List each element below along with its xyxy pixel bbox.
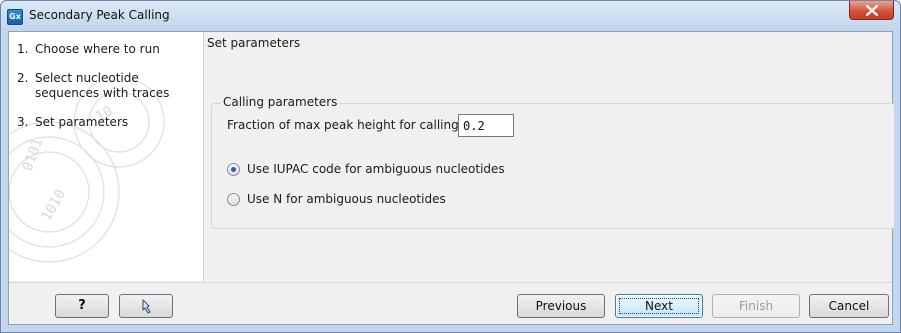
app-icon: Gx <box>7 9 23 25</box>
peak-fraction-input[interactable] <box>458 114 514 137</box>
svg-text:1010: 1010 <box>39 187 70 224</box>
title-bar[interactable]: Gx Secondary Peak Calling <box>1 1 900 31</box>
iupac-radio[interactable] <box>227 162 240 176</box>
step-label: Select nucleotide sequences with traces <box>35 71 170 100</box>
use-n-label: Use N for ambiguous nucleotides <box>247 192 446 206</box>
close-button[interactable] <box>849 1 894 20</box>
group-title: Calling parameters <box>221 95 340 109</box>
dialog-content: 0101 1010 10 1. Choose where to run 2. S… <box>8 31 895 325</box>
help-button[interactable]: ? <box>55 294 109 318</box>
close-icon <box>866 5 878 16</box>
wizard-steps-list: 1. Choose where to run 2. Select nucleot… <box>17 38 199 144</box>
reset-arrow-icon <box>142 299 151 314</box>
step-label: Set parameters <box>35 115 129 129</box>
reset-button[interactable] <box>119 294 173 318</box>
parameters-panel: Set parameters Calling parameters Fracti… <box>205 32 895 281</box>
page-title: Set parameters <box>207 36 301 50</box>
next-button[interactable]: Next <box>615 294 703 318</box>
step-number: 1. <box>17 42 29 56</box>
wizard-steps-panel: 0101 1010 10 1. Choose where to run 2. S… <box>9 32 204 281</box>
previous-button[interactable]: Previous <box>517 294 605 318</box>
iupac-label: Use IUPAC code for ambiguous nucleotides <box>247 162 505 176</box>
dialog-window: Gx Secondary Peak Calling 0101 1010 10 1… <box>0 0 901 333</box>
button-bar: ? Previous Next Finish Cancel <box>9 282 892 324</box>
cancel-button[interactable]: Cancel <box>809 294 889 318</box>
use-n-radio[interactable] <box>227 192 240 206</box>
finish-button[interactable]: Finish <box>712 294 800 318</box>
step-number: 3. <box>17 115 29 129</box>
wizard-step[interactable]: 1. Choose where to run <box>17 42 199 57</box>
step-number: 2. <box>17 71 29 85</box>
wizard-step[interactable]: 2. Select nucleotide sequences with trac… <box>17 71 199 101</box>
iupac-option[interactable]: Use IUPAC code for ambiguous nucleotides <box>227 162 505 176</box>
use-n-option[interactable]: Use N for ambiguous nucleotides <box>227 192 446 206</box>
peak-fraction-label: Fraction of max peak height for calling <box>227 118 459 132</box>
window-title: Secondary Peak Calling <box>29 8 170 22</box>
wizard-step-current[interactable]: 3. Set parameters <box>17 115 199 130</box>
step-label: Choose where to run <box>35 42 160 56</box>
